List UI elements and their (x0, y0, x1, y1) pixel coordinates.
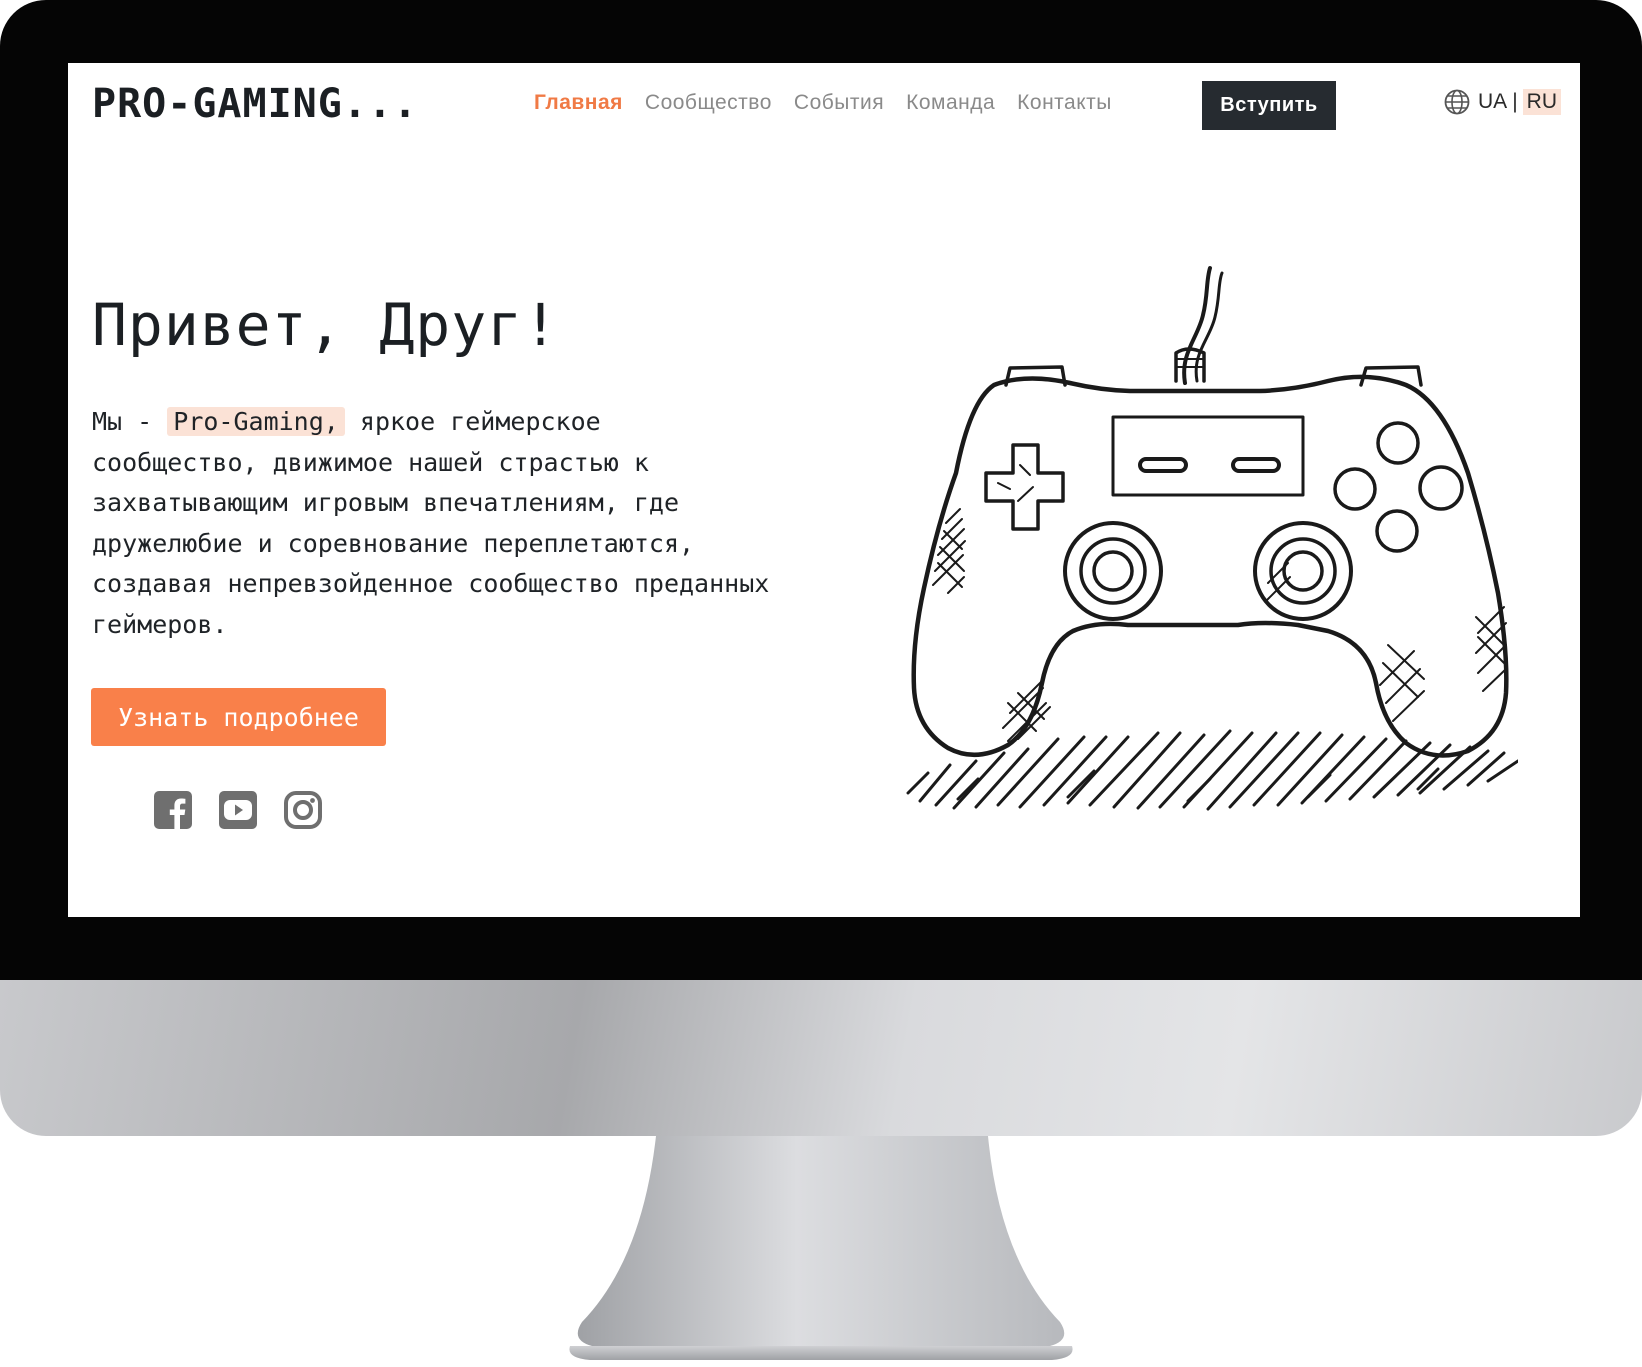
monitor-stand (569, 1136, 1073, 1360)
